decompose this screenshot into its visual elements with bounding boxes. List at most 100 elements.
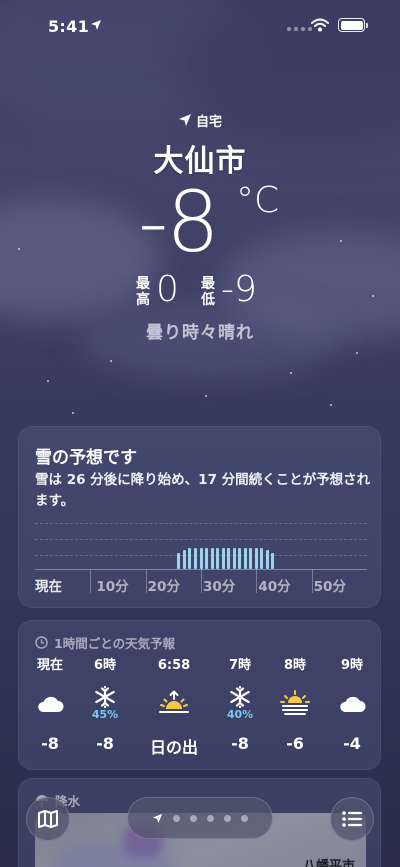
card-title: 1時間ごとの天気予報 [54, 636, 176, 651]
list-icon [342, 811, 363, 827]
low-label: 最低 [201, 276, 215, 308]
weather-header: 自宅 大仙市 -8 °C 最高 0 最低 -9 曇り時々晴れ [0, 110, 400, 343]
map-place-label: 八幡平市 [303, 859, 356, 867]
low-temperature: -9 [221, 269, 257, 310]
hour-time: 現在 [36, 658, 63, 673]
timeline-label: 40分 [258, 579, 291, 595]
snowflake-icon [228, 685, 252, 709]
precipitation-bars [35, 547, 367, 569]
hour-time: 6:58 [157, 658, 191, 673]
precipitation-bar [265, 550, 269, 569]
hour-column: 6時 45% -8 [77, 657, 133, 753]
list-button[interactable] [330, 797, 374, 841]
precipitation-bar [199, 548, 203, 569]
sunrise-icon [158, 690, 190, 716]
precipitation-bar [260, 548, 264, 569]
timeline-ticks: 現在 10分 20分 30分 40分 50分 [35, 569, 367, 599]
grid-line [35, 523, 367, 524]
page-dot [207, 814, 214, 822]
hour-column: 8時 -6 [267, 657, 323, 753]
page-dot [224, 814, 231, 822]
hour-temperature: -8 [96, 734, 114, 753]
status-bar: 5:41 [0, 0, 400, 52]
current-temperature: -8 [138, 173, 220, 271]
high-label: 最高 [136, 276, 150, 308]
precipitation-bar [221, 548, 225, 569]
precipitation-bar [238, 548, 242, 569]
high-low: 最高 0 最低 -9 [0, 269, 400, 316]
precipitation-bar [232, 548, 236, 569]
sun-haze-icon [279, 690, 311, 716]
hour-temperature: 日の出 [149, 738, 198, 757]
timeline-tick [256, 569, 258, 593]
home-location: 自宅 [0, 110, 400, 130]
precipitation-bar [205, 548, 209, 569]
page-dot [173, 814, 180, 822]
status-time: 5:41 [48, 17, 89, 36]
timeline-label: 20分 [147, 579, 180, 595]
precipitation-bar [271, 553, 275, 569]
hour-temperature: -6 [286, 734, 304, 753]
hour-time: 7時 [228, 658, 252, 673]
card-header: 1時間ごとの天気予報 [35, 633, 175, 652]
hour-column: 6:58 日の出 [146, 657, 202, 758]
precipitation-bar [227, 548, 231, 569]
home-label: 自宅 [195, 114, 222, 130]
cloud-icon [337, 693, 367, 713]
temperature-unit: °C [236, 180, 280, 221]
precipitation-bar [193, 548, 197, 569]
weather-icon-wrap [146, 685, 202, 721]
hour-temperature: -4 [343, 734, 361, 753]
precipitation-bar [243, 548, 247, 569]
hour-time: 8時 [283, 658, 307, 673]
grid-line [35, 539, 367, 540]
precipitation-bar [177, 553, 181, 569]
timeline-label: 30分 [203, 579, 236, 595]
precipitation-bar [249, 548, 253, 569]
location-arrow-icon [152, 813, 163, 823]
precipitation-bar [216, 548, 220, 569]
timeline-tick [90, 569, 92, 593]
location-arrow-icon [178, 114, 191, 126]
hour-time: 6時 [93, 658, 117, 673]
precipitation-probability: 40% [226, 708, 254, 721]
precipitation-bar [188, 548, 192, 569]
page-indicator[interactable] [127, 797, 273, 839]
hour-column: 現在 -8 [22, 657, 78, 753]
weather-icon-wrap [267, 685, 323, 721]
location-arrow-icon [91, 20, 101, 30]
precipitation-bar [254, 548, 258, 569]
timeline-label: 10分 [96, 579, 129, 595]
signal-dots [287, 27, 312, 31]
hour-column: 9時 -4 [324, 657, 380, 753]
current-temperature-block: -8 °C [0, 173, 400, 271]
clock-icon [35, 636, 48, 649]
timeline-tick [201, 569, 202, 593]
page-dot [241, 814, 248, 822]
weather-icon-wrap: 45% [77, 685, 133, 721]
timeline-label: 50分 [313, 579, 346, 595]
weather-condition: 曇り時々晴れ [146, 323, 254, 343]
weather-icon-wrap [324, 685, 380, 721]
hour-temperature: -8 [41, 734, 59, 753]
snow-forecast-card[interactable]: 雪の予想です 雪は 26 分後に降り始め、17 分間続くことが予想されます。 現… [18, 426, 381, 608]
high-temperature: 0 [156, 269, 179, 310]
timeline-tick [145, 569, 147, 593]
weather-icon-wrap [22, 685, 78, 721]
weather-icon-wrap: 40% [212, 685, 268, 721]
card-description: 雪は 26 分後に降り始め、17 分間続くことが予想されます。 [35, 472, 371, 509]
hourly-forecast-card[interactable]: 1時間ごとの天気予報 現在 -8 6時 45% -8 6:58 日の出 7時 40% -8 8時 -6… [18, 620, 381, 770]
battery-icon [338, 18, 368, 32]
hour-time: 9時 [340, 658, 364, 673]
cloud-icon [35, 693, 65, 713]
precipitation-bar [182, 550, 186, 569]
hour-temperature: -8 [231, 734, 249, 753]
snowflake-icon [93, 685, 117, 709]
page-dot [190, 814, 197, 822]
hourly-scroll[interactable]: 現在 -8 6時 45% -8 6:58 日の出 7時 40% -8 8時 -6 9時 -4 [19, 657, 382, 767]
timeline-label: 現在 [35, 579, 62, 595]
map-button[interactable] [26, 797, 70, 841]
map-icon [38, 810, 58, 828]
card-title: 雪の予想です [35, 448, 137, 468]
wifi-icon [311, 18, 329, 32]
